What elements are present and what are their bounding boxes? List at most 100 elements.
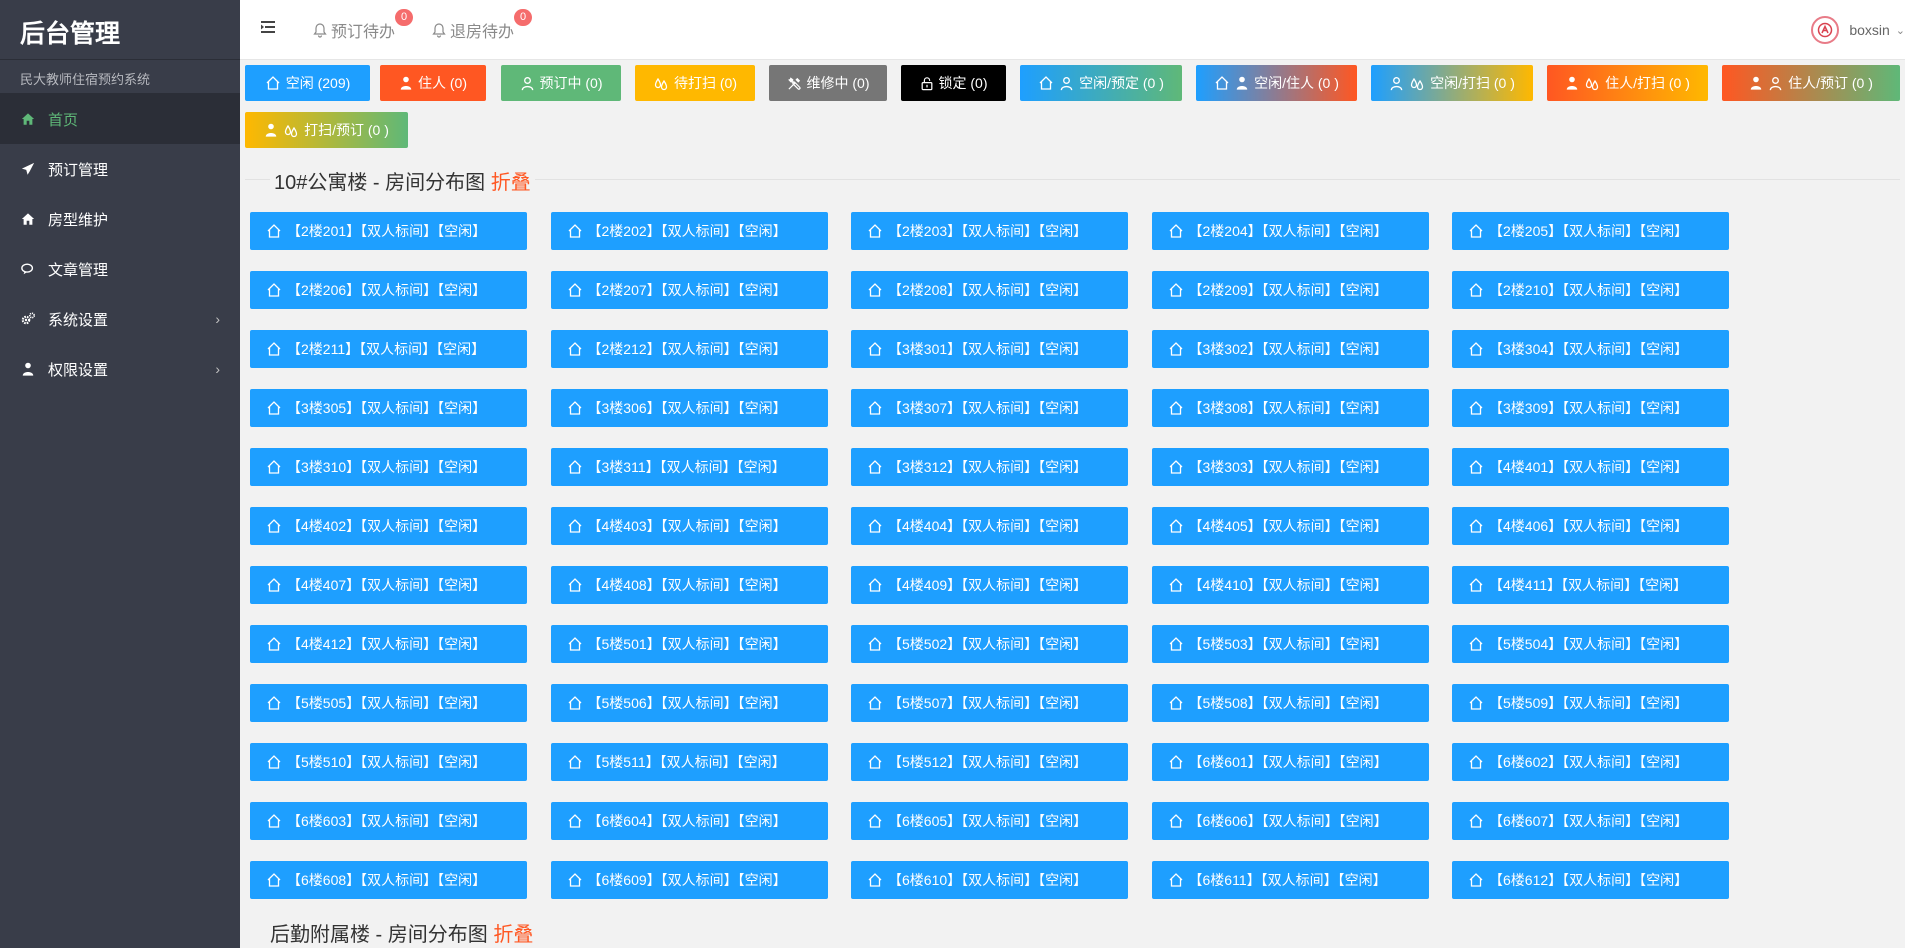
room-button[interactable]: 【3楼307】【双人标间】【空闲】 [851,389,1128,427]
legend-button-5[interactable]: 锁定 (0) [901,65,1006,101]
house-icon [567,813,588,829]
room-label: 【5楼506】【双人标间】【空闲】 [587,695,787,711]
room-button[interactable]: 【5楼505】【双人标间】【空闲】 [250,684,527,722]
room-button[interactable]: 【6楼605】【双人标间】【空闲】 [851,802,1128,840]
room-button[interactable]: 【5楼510】【双人标间】【空闲】 [250,743,527,781]
legend-button-8[interactable]: 空闲/打扫 (0 ) [1371,65,1533,101]
room-button[interactable]: 【3楼306】【双人标间】【空闲】 [550,389,828,427]
room-label: 【5楼508】【双人标间】【空闲】 [1188,695,1388,711]
app-brand: 后台管理 [0,0,240,60]
room-button[interactable]: 【6楼609】【双人标间】【空闲】 [550,861,828,899]
room-button[interactable]: 【4楼408】【双人标间】【空闲】 [550,566,828,604]
room-button[interactable]: 【3楼312】【双人标间】【空闲】 [851,448,1128,486]
room-button[interactable]: 【6楼606】【双人标间】【空闲】 [1151,802,1429,840]
sidebar-item-1[interactable]: 预订管理 [0,144,240,194]
room-button[interactable]: 【3楼311】【双人标间】【空闲】 [550,448,828,486]
legend-label: 空闲/预定 (0 ) [1079,75,1164,91]
user-menu[interactable]: boxsin ⌄ [1811,16,1905,44]
room-button[interactable]: 【4楼402】【双人标间】【空闲】 [250,507,527,545]
room-button[interactable]: 【3楼305】【双人标间】【空闲】 [250,389,527,427]
legend-button-0[interactable]: 空闲 (209) [245,65,370,101]
room-button[interactable]: 【2楼212】【双人标间】【空闲】 [550,330,828,368]
legend-button-3[interactable]: 待打扫 (0) [635,65,755,101]
room-button[interactable]: 【2楼208】【双人标间】【空闲】 [851,271,1128,309]
room-label: 【6楼606】【双人标间】【空闲】 [1188,813,1388,829]
room-button[interactable]: 【3楼302】【双人标间】【空闲】 [1151,330,1429,368]
room-button[interactable]: 【2楼202】【双人标间】【空闲】 [550,212,828,250]
booking-todo-link[interactable]: 预订待办 0 [312,9,414,42]
room-button[interactable]: 【3楼309】【双人标间】【空闲】 [1452,389,1729,427]
room-button[interactable]: 【6楼610】【双人标间】【空闲】 [851,861,1128,899]
checkout-todo-link[interactable]: 退房待办 0 [431,9,533,42]
room-button[interactable]: 【4楼407】【双人标间】【空闲】 [250,566,527,604]
room-button[interactable]: 【5楼506】【双人标间】【空闲】 [550,684,828,722]
legend-button-9[interactable]: 住人/打扫 (0 ) [1547,65,1708,101]
room-button[interactable]: 【6楼602】【双人标间】【空闲】 [1452,743,1729,781]
sidebar-item-3[interactable]: 文章管理 [0,244,240,294]
room-button[interactable]: 【4楼412】【双人标间】【空闲】 [250,625,527,663]
room-button[interactable]: 【3楼308】【双人标间】【空闲】 [1151,389,1429,427]
legend-button-4[interactable]: 维修中 (0) [769,65,887,101]
room-button[interactable]: 【3楼310】【双人标间】【空闲】 [250,448,527,486]
room-button[interactable]: 【6楼608】【双人标间】【空闲】 [250,861,527,899]
sidebar-item-2[interactable]: 房型维护 [0,194,240,244]
room-label: 【5楼503】【双人标间】【空闲】 [1188,636,1388,652]
legend-button-10[interactable]: 住人/预订 (0 ) [1722,65,1900,101]
sidebar-item-4[interactable]: 系统设置 › [0,294,240,344]
room-button[interactable]: 【4楼403】【双人标间】【空闲】 [550,507,828,545]
room-button[interactable]: 【6楼603】【双人标间】【空闲】 [250,802,527,840]
room-button[interactable]: 【2楼210】【双人标间】【空闲】 [1452,271,1729,309]
room-button[interactable]: 【6楼612】【双人标间】【空闲】 [1452,861,1729,899]
room-button[interactable]: 【4楼405】【双人标间】【空闲】 [1151,507,1429,545]
house-icon [867,400,888,416]
user-outline-icon [1389,76,1407,91]
room-button[interactable]: 【3楼303】【双人标间】【空闲】 [1151,448,1429,486]
room-button[interactable]: 【5楼511】【双人标间】【空闲】 [550,743,828,781]
room-button[interactable]: 【2楼206】【双人标间】【空闲】 [250,271,527,309]
legend-button-11[interactable]: 打扫/预订 (0 ) [245,112,408,148]
room-button[interactable]: 【6楼604】【双人标间】【空闲】 [550,802,828,840]
room-label: 【5楼511】【双人标间】【空闲】 [587,754,786,770]
room-button[interactable]: 【2楼211】【双人标间】【空闲】 [250,330,527,368]
avatar [1811,16,1840,44]
room-button[interactable]: 【4楼404】【双人标间】【空闲】 [851,507,1128,545]
room-button[interactable]: 【2楼209】【双人标间】【空闲】 [1151,271,1429,309]
room-button[interactable]: 【3楼304】【双人标间】【空闲】 [1452,330,1729,368]
legend-button-6[interactable]: 空闲/预定 (0 ) [1020,65,1182,101]
legend-button-2[interactable]: 预订中 (0) [501,65,621,101]
room-button[interactable]: 【4楼410】【双人标间】【空闲】 [1151,566,1429,604]
legend-button-7[interactable]: 空闲/住人 (0 ) [1196,65,1357,101]
sidebar-item-5[interactable]: 权限设置 › [0,344,240,394]
room-button[interactable]: 【4楼409】【双人标间】【空闲】 [851,566,1128,604]
room-button[interactable]: 【5楼502】【双人标间】【空闲】 [851,625,1128,663]
room-button[interactable]: 【5楼512】【双人标间】【空闲】 [851,743,1128,781]
room-button[interactable]: 【5楼504】【双人标间】【空闲】 [1452,625,1729,663]
room-button[interactable]: 【3楼301】【双人标间】【空闲】 [851,330,1128,368]
room-button[interactable]: 【5楼507】【双人标间】【空闲】 [851,684,1128,722]
menu-toggle-icon[interactable] [260,19,276,35]
room-button[interactable]: 【4楼406】【双人标间】【空闲】 [1452,507,1729,545]
sidebar-item-0[interactable]: 首页 [0,94,240,144]
legend-button-1[interactable]: 住人 (0) [380,65,486,101]
room-label: 【2楼212】【双人标间】【空闲】 [587,341,787,357]
fold-link[interactable]: 折叠 [491,172,531,194]
room-button[interactable]: 【6楼601】【双人标间】【空闲】 [1151,743,1429,781]
room-button[interactable]: 【4楼411】【双人标间】【空闲】 [1452,566,1729,604]
room-button[interactable]: 【2楼203】【双人标间】【空闲】 [851,212,1128,250]
sidebar-item-label: 系统设置 [48,311,109,329]
room-button[interactable]: 【2楼205】【双人标间】【空闲】 [1452,212,1729,250]
room-button[interactable]: 【2楼201】【双人标间】【空闲】 [250,212,527,250]
room-label: 【4楼405】【双人标间】【空闲】 [1188,518,1388,534]
house-icon [1468,400,1489,416]
room-button[interactable]: 【2楼204】【双人标间】【空闲】 [1151,212,1429,250]
room-button[interactable]: 【5楼509】【双人标间】【空闲】 [1452,684,1729,722]
house-icon [1168,813,1189,829]
room-button[interactable]: 【5楼501】【双人标间】【空闲】 [550,625,828,663]
room-button[interactable]: 【6楼611】【双人标间】【空闲】 [1151,861,1429,899]
room-button[interactable]: 【6楼607】【双人标间】【空闲】 [1452,802,1729,840]
room-button[interactable]: 【5楼508】【双人标间】【空闲】 [1151,684,1429,722]
room-button[interactable]: 【5楼503】【双人标间】【空闲】 [1151,625,1429,663]
room-button[interactable]: 【2楼207】【双人标间】【空闲】 [550,271,828,309]
room-button[interactable]: 【4楼401】【双人标间】【空闲】 [1452,448,1729,486]
fold-link[interactable]: 折叠 [493,924,533,946]
